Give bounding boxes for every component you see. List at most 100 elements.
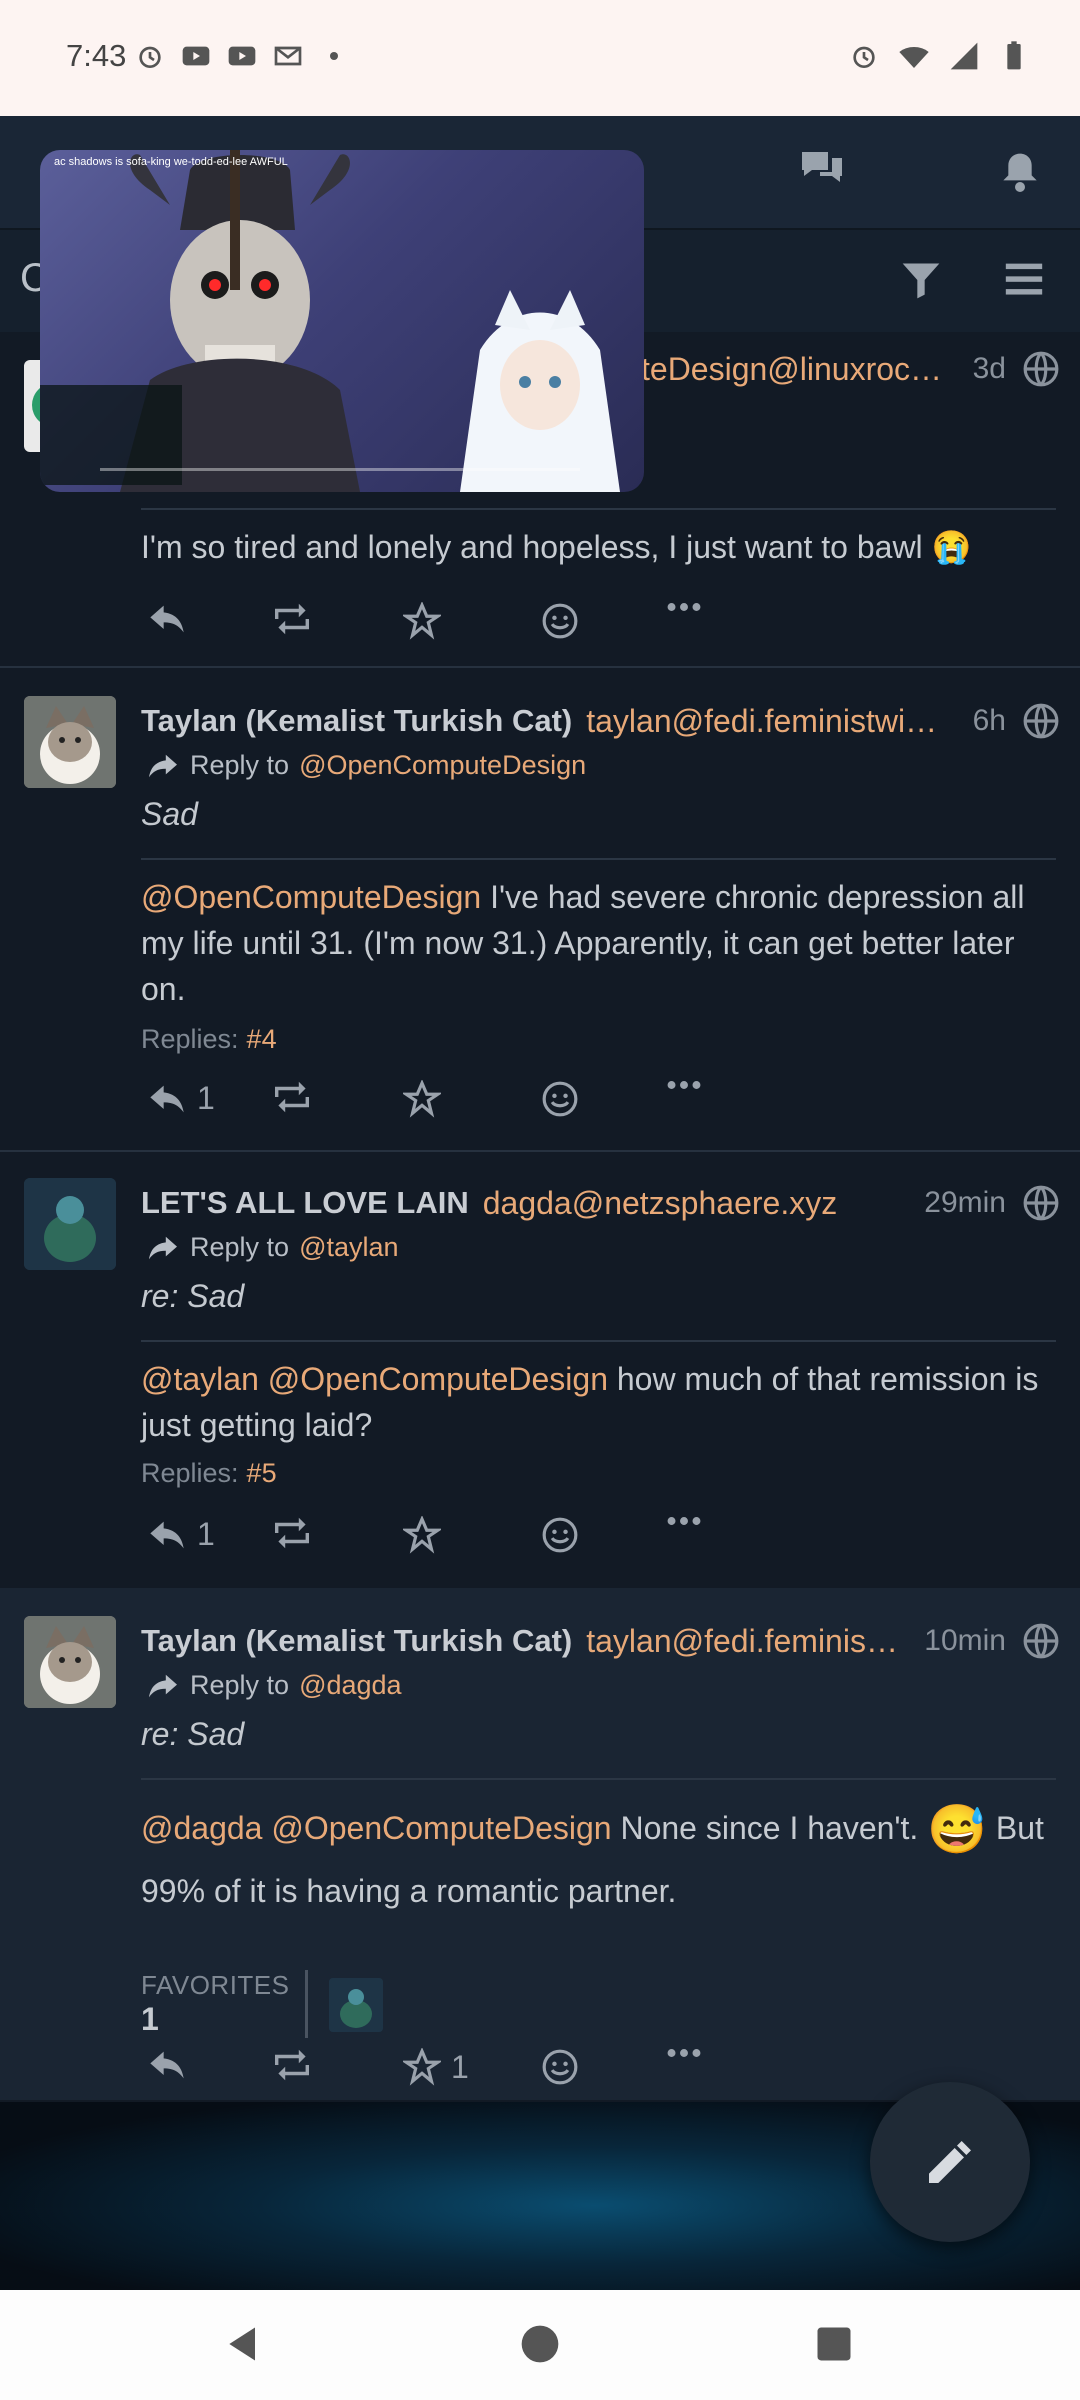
user-display-name[interactable]: Taylan (Kemalist Turkish Cat) xyxy=(141,703,572,739)
more-button[interactable] xyxy=(667,602,701,612)
reply-link[interactable]: #5 xyxy=(247,1458,277,1488)
reaction-button[interactable] xyxy=(541,602,579,640)
dot-icon xyxy=(330,52,338,60)
filter-icon[interactable] xyxy=(898,258,944,302)
reply-to-mention[interactable]: @taylan xyxy=(299,1232,398,1263)
user-display-name[interactable]: LET'S ALL LOVE LAIN xyxy=(141,1185,469,1221)
post-subject: Sad xyxy=(141,796,198,832)
reply-icon xyxy=(150,605,184,633)
post-content: @taylan @OpenComputeDesign how much of t… xyxy=(141,1356,1050,1448)
status-post[interactable]: Taylan (Kemalist Turkish Cat) taylan@fed… xyxy=(0,668,1080,1152)
post-time[interactable]: 10min xyxy=(924,1624,1006,1658)
menu-icon[interactable] xyxy=(1002,260,1046,300)
reply-to-mention[interactable]: @OpenComputeDesign xyxy=(299,750,586,781)
user-handle[interactable]: taylan@fedi.feminis… xyxy=(586,1623,914,1660)
more-button[interactable] xyxy=(667,1516,701,1526)
reaction-button[interactable] xyxy=(541,2048,579,2086)
star-icon xyxy=(403,602,441,640)
avatar[interactable] xyxy=(24,1178,116,1270)
wifi-icon xyxy=(899,47,929,68)
favorite-button[interactable] xyxy=(403,602,441,640)
reply-icon xyxy=(150,2051,184,2079)
repeat-button[interactable] xyxy=(271,1080,313,1114)
back-icon[interactable] xyxy=(222,2320,266,2368)
replies-line: Replies: #4 xyxy=(141,1024,277,1055)
favorite-button[interactable]: 1 xyxy=(403,2048,469,2086)
alarm-icon xyxy=(139,46,161,68)
post-content: @dagda @OpenComputeDesign None since I h… xyxy=(141,1798,1050,1921)
favorite-user-avatar[interactable] xyxy=(329,1978,383,2032)
reply-to-label: Reply to xyxy=(190,750,290,780)
favorite-button[interactable] xyxy=(403,1080,441,1118)
reaction-button[interactable] xyxy=(541,1080,579,1118)
reply-button[interactable]: 1 xyxy=(147,1080,215,1117)
smiley-icon xyxy=(542,1517,578,1553)
reply-link[interactable]: #4 xyxy=(247,1024,277,1054)
reply-to-label: Reply to xyxy=(190,1670,290,1700)
favorite-button[interactable] xyxy=(403,1516,441,1554)
post-actions: 1 xyxy=(141,2048,741,2108)
post-content: I'm so tired and lonely and hopeless, I … xyxy=(141,529,972,565)
repeat-button[interactable] xyxy=(271,2048,313,2082)
bell-icon[interactable] xyxy=(1000,150,1040,194)
repeat-button[interactable] xyxy=(271,1516,313,1550)
globe-icon[interactable] xyxy=(1022,1184,1060,1222)
replies-label: Replies: xyxy=(141,1024,239,1054)
post-actions xyxy=(141,602,741,662)
reply-count: 1 xyxy=(197,1080,215,1116)
repeat-icon xyxy=(275,1517,309,1549)
recents-icon[interactable] xyxy=(812,2320,856,2368)
smiley-icon xyxy=(542,603,578,639)
replies-label: Replies: xyxy=(141,1458,239,1488)
signal-icon xyxy=(950,42,978,70)
divider xyxy=(141,1340,1056,1342)
repeat-icon xyxy=(275,603,309,635)
post-time[interactable]: 6h xyxy=(973,704,1006,738)
more-button[interactable] xyxy=(667,1080,701,1090)
mention-link[interactable]: @OpenComputeDesign xyxy=(141,879,481,915)
status-post-focused[interactable]: Taylan (Kemalist Turkish Cat) taylan@fed… xyxy=(0,1588,1080,2100)
divider xyxy=(141,508,1056,510)
repeat-button[interactable] xyxy=(271,602,313,636)
reaction-button[interactable] xyxy=(541,1516,579,1554)
post-time[interactable]: 3d xyxy=(973,352,1006,386)
globe-icon[interactable] xyxy=(1022,350,1060,388)
mention-link[interactable]: @dagda xyxy=(141,1810,262,1846)
clock: 7:43 xyxy=(66,38,127,73)
reply-arrow-icon xyxy=(149,1236,177,1259)
reply-button[interactable] xyxy=(147,2048,187,2082)
globe-icon[interactable] xyxy=(1022,702,1060,740)
user-handle[interactable]: dagda@netzsphaere.xyz xyxy=(483,1185,915,1222)
user-handle[interactable]: taylan@fedi.feministwi… xyxy=(586,703,962,740)
mention-link[interactable]: @OpenComputeDesign xyxy=(271,1810,611,1846)
mention-link[interactable]: @OpenComputeDesign xyxy=(268,1361,608,1397)
status-post[interactable]: LET'S ALL LOVE LAIN dagda@netzsphaere.xy… xyxy=(0,1150,1080,1590)
home-icon[interactable] xyxy=(518,2320,562,2368)
replies-line: Replies: #5 xyxy=(141,1458,277,1489)
user-display-name[interactable]: Taylan (Kemalist Turkish Cat) xyxy=(141,1623,572,1659)
compose-button[interactable] xyxy=(870,2082,1030,2242)
reply-button[interactable] xyxy=(147,602,187,636)
reply-to-mention[interactable]: @dagda xyxy=(299,1670,402,1701)
favorites-label: FAVORITES xyxy=(141,1970,290,2000)
chat-icon[interactable] xyxy=(798,146,846,190)
avatar[interactable] xyxy=(24,1616,116,1708)
star-icon xyxy=(403,1080,441,1118)
more-icon xyxy=(667,1081,701,1089)
more-button[interactable] xyxy=(667,2048,701,2058)
repeat-icon xyxy=(275,1081,309,1113)
avatar[interactable] xyxy=(24,696,116,788)
more-icon xyxy=(667,2049,701,2057)
more-icon xyxy=(667,1517,701,1525)
youtube-icon-2 xyxy=(228,46,256,66)
status-bar: 7:43 xyxy=(0,0,1080,116)
post-time[interactable]: 29min xyxy=(924,1186,1006,1220)
smiley-icon xyxy=(542,2049,578,2085)
mention-link[interactable]: @taylan xyxy=(141,1361,259,1397)
post-content: @OpenComputeDesign I've had severe chron… xyxy=(141,874,1050,1012)
pip-video-player[interactable]: ac shadows is sofa-king we-todd-ed-lee A… xyxy=(40,150,644,492)
reply-button[interactable]: 1 xyxy=(147,1516,215,1553)
globe-icon[interactable] xyxy=(1022,1622,1060,1660)
reply-arrow-icon xyxy=(149,1674,177,1697)
video-seekbar[interactable] xyxy=(100,468,580,471)
